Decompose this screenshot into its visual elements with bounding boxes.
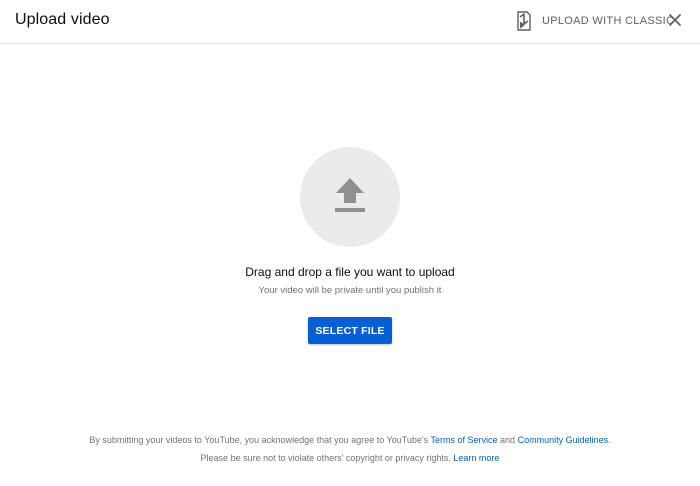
community-guidelines-link[interactable]: Community Guidelines — [518, 435, 609, 445]
drag-drop-text: Drag and drop a file you want to upload — [245, 265, 455, 279]
terms-of-service-link[interactable]: Terms of Service — [430, 435, 497, 445]
learn-more-link[interactable]: Learn more — [453, 453, 499, 463]
upload-with-classic-label: UPLOAD WITH CLASSIC — [542, 15, 675, 27]
dialog-title: Upload video — [15, 11, 110, 28]
footer-copyright-text: Please be sure not to violate others' co… — [200, 453, 451, 463]
upload-arrow-icon — [333, 175, 367, 220]
footer-and-text: and — [500, 435, 516, 445]
footer-terms-prefix: By submitting your videos to YouTube, yo… — [89, 435, 429, 445]
upload-drop-area[interactable] — [300, 147, 400, 247]
upload-dialog: Upload video UPLOAD WITH CLASSIC Drag an… — [0, 0, 700, 486]
footer-terms-line: By submitting your videos to YouTube, yo… — [0, 435, 700, 445]
upload-with-classic-button[interactable]: UPLOAD WITH CLASSIC — [516, 9, 674, 33]
select-file-button[interactable]: SELECT FILE — [308, 317, 392, 344]
close-icon[interactable] — [668, 13, 682, 27]
footer-copyright-line: Please be sure not to violate others' co… — [0, 453, 700, 463]
dialog-header: Upload video UPLOAD WITH CLASSIC — [0, 0, 700, 44]
footer-terms-suffix: . — [608, 435, 611, 445]
classic-studio-icon — [516, 11, 532, 31]
private-notice-text: Your video will be private until you pub… — [258, 285, 442, 296]
